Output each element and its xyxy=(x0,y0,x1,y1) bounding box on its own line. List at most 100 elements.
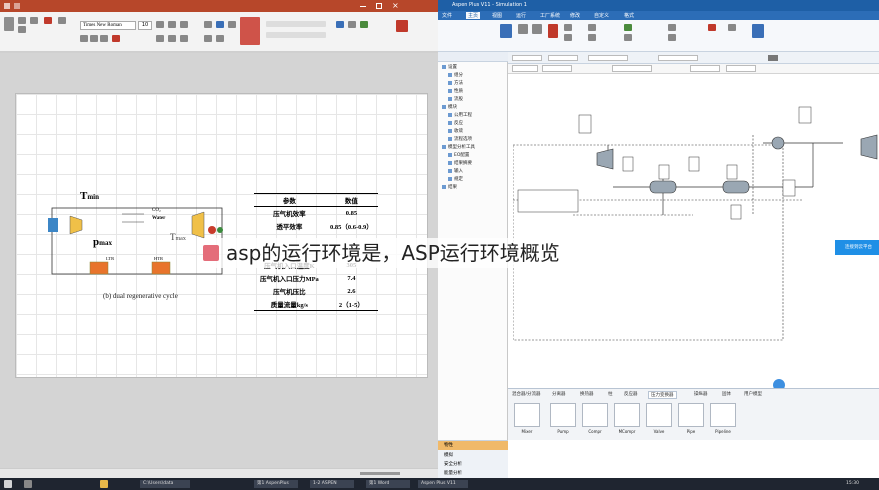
palette-tab[interactable]: 压力变换器 xyxy=(648,391,677,399)
zoom-slider[interactable] xyxy=(360,472,400,475)
flowsheet-tab[interactable] xyxy=(542,65,572,72)
pipeline-block-icon[interactable] xyxy=(710,403,736,427)
toolbar-field[interactable] xyxy=(588,55,628,61)
start-icon[interactable] xyxy=(4,480,12,488)
nav-tree-item[interactable]: 收敛 xyxy=(448,128,463,135)
palette-tab[interactable]: 操纵器 xyxy=(694,391,708,399)
nav-tree-item[interactable]: 结果 xyxy=(442,184,457,191)
bullets-icon[interactable] xyxy=(156,21,164,28)
tab-run[interactable]: 运行 xyxy=(516,12,526,19)
font-color-icon[interactable] xyxy=(112,35,120,42)
tab-file[interactable]: 文件 xyxy=(442,12,452,19)
tab-home[interactable]: 主页 xyxy=(466,12,481,19)
nav-tree-item[interactable]: 公用工程 xyxy=(448,112,472,119)
align-left-icon[interactable] xyxy=(156,35,164,42)
mixer-block-icon[interactable] xyxy=(514,403,540,427)
palette-tab[interactable]: 固体 xyxy=(722,391,731,399)
palette-tab[interactable]: 柱 xyxy=(608,391,613,399)
nav-tree-item[interactable]: 设置 xyxy=(442,64,457,71)
step-icon[interactable] xyxy=(518,24,528,34)
tab-format[interactable]: 格式 xyxy=(624,12,634,19)
shape-fill-icon[interactable] xyxy=(204,35,212,42)
nav-tree-item[interactable]: 流程选项 xyxy=(448,136,472,143)
toolbar-icon[interactable] xyxy=(768,55,778,61)
flowsheet-tab[interactable] xyxy=(612,65,652,72)
close-icon[interactable]: × xyxy=(392,1,399,10)
reconcile-icon[interactable] xyxy=(564,34,572,41)
tab-customize[interactable]: 自定义 xyxy=(594,12,609,19)
format-painter-icon[interactable] xyxy=(30,17,38,24)
bold-icon[interactable] xyxy=(80,35,88,42)
align-right-icon[interactable] xyxy=(180,35,188,42)
control-panel-icon[interactable] xyxy=(564,24,572,31)
heat-exchanger-design-icon[interactable] xyxy=(728,24,736,31)
quick-styles-icon[interactable] xyxy=(240,17,260,45)
palette-tab[interactable]: 换热器 xyxy=(580,391,594,399)
nav-tree-item[interactable]: 组分 xyxy=(448,72,463,79)
cloud-popup[interactable]: 连接到云平台 xyxy=(835,240,879,255)
nav-tree-item[interactable]: 模块 xyxy=(442,104,457,111)
clear-format-icon[interactable] xyxy=(58,17,66,24)
taskbar-item[interactable]: 第1 AspenPlus xyxy=(254,480,298,488)
maximize-icon[interactable] xyxy=(376,3,382,9)
nav-bottom-item[interactable]: 安全分析 xyxy=(444,461,462,467)
nav-tree-item[interactable]: 模型分析工具 xyxy=(442,144,475,151)
stop-icon[interactable] xyxy=(532,24,542,34)
nav-tree-item[interactable]: 流股 xyxy=(448,96,463,103)
underline-icon[interactable] xyxy=(100,35,108,42)
pump-block-icon[interactable] xyxy=(550,403,576,427)
italic-icon[interactable] xyxy=(90,35,98,42)
replace-icon[interactable] xyxy=(348,21,356,28)
nav-tree-item[interactable]: 方法 xyxy=(448,80,463,87)
addin-icon[interactable] xyxy=(396,20,408,32)
toolbar-field[interactable] xyxy=(548,55,578,61)
stream-results-icon[interactable] xyxy=(588,24,596,31)
shape-outline-icon[interactable] xyxy=(216,35,224,42)
sensitivity-icon[interactable] xyxy=(668,24,676,31)
toolbar-field[interactable] xyxy=(658,55,698,61)
flowsheet-tab[interactable] xyxy=(726,65,756,72)
style-gallery-row2[interactable] xyxy=(266,32,326,38)
shape-icon[interactable] xyxy=(204,21,212,28)
taskbar-item[interactable]: 1-2 ASPEN xyxy=(310,480,354,488)
minimize-icon[interactable] xyxy=(360,6,366,7)
nav-search[interactable] xyxy=(438,52,508,62)
taskbar-item[interactable]: C:\Users\data xyxy=(140,480,190,488)
nav-tree-item[interactable]: EO配置 xyxy=(448,152,469,159)
valve-block-icon[interactable] xyxy=(646,403,672,427)
font-size-select[interactable]: 10 xyxy=(138,21,152,30)
tab-modify[interactable]: 修改 xyxy=(570,12,580,19)
input-icon[interactable] xyxy=(624,34,632,41)
mcompr-block-icon[interactable] xyxy=(614,403,640,427)
paste-icon[interactable] xyxy=(4,17,14,31)
energy-analysis-icon[interactable] xyxy=(708,24,716,31)
align-center-icon[interactable] xyxy=(168,35,176,42)
nav-tree-item[interactable]: 输入 xyxy=(448,168,463,175)
taskbar-item[interactable]: 第1 Word xyxy=(366,480,410,488)
numbering-icon[interactable] xyxy=(168,21,176,28)
select-icon[interactable] xyxy=(360,21,368,28)
save-icon[interactable] xyxy=(4,3,10,9)
undo-icon[interactable] xyxy=(14,3,20,9)
nav-bottom-item[interactable]: 能量分析 xyxy=(444,470,462,476)
arrange-icon[interactable] xyxy=(228,21,236,28)
model-summary-icon[interactable] xyxy=(588,34,596,41)
flowsheet-canvas[interactable] xyxy=(513,75,879,388)
palette-tab[interactable]: 用户模型 xyxy=(744,391,762,399)
copy-icon[interactable] xyxy=(18,26,26,33)
nav-bottom-item[interactable]: 物性 xyxy=(444,442,453,448)
pipe-block-icon[interactable] xyxy=(678,403,704,427)
nav-tree-item[interactable]: 规定 xyxy=(448,176,463,183)
text-box-icon[interactable] xyxy=(216,21,224,28)
toolbar-field[interactable] xyxy=(512,55,542,61)
indent-icon[interactable] xyxy=(180,21,188,28)
search-icon[interactable] xyxy=(24,480,32,488)
font-name-select[interactable]: Times New Roman xyxy=(80,21,136,30)
optimization-icon[interactable] xyxy=(668,34,676,41)
nav-tree-item[interactable]: 性质 xyxy=(448,88,463,95)
check-status-icon[interactable] xyxy=(624,24,632,31)
flowsheet-tab[interactable] xyxy=(690,65,720,72)
style-gallery[interactable] xyxy=(266,21,326,27)
run-icon[interactable] xyxy=(500,24,512,38)
tab-view[interactable]: 视图 xyxy=(492,12,502,19)
